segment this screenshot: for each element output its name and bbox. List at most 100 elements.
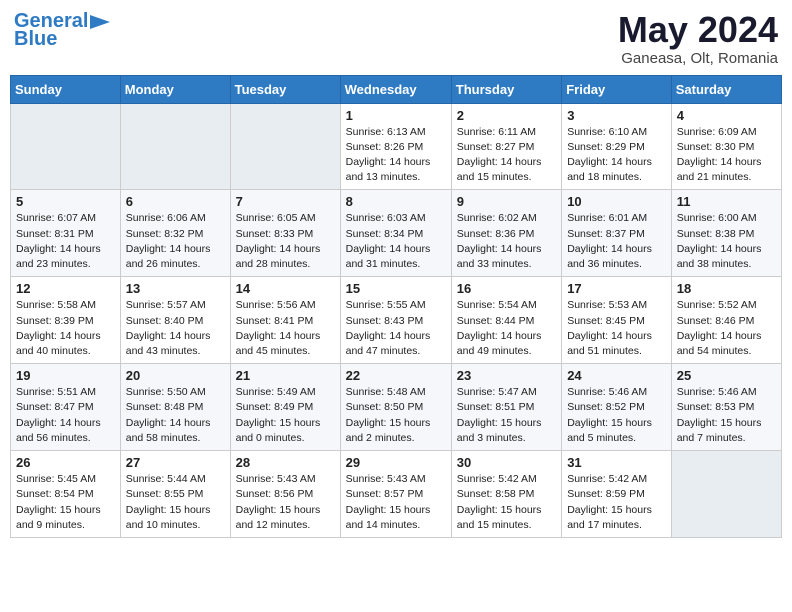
calendar-day-9: 9 Sunrise: 6:02 AM Sunset: 8:36 PM Daylig…: [451, 190, 561, 277]
day-info: Sunrise: 6:00 AM Sunset: 8:38 PM Dayligh…: [677, 211, 776, 272]
day-info: Sunrise: 6:13 AM Sunset: 8:26 PM Dayligh…: [346, 125, 446, 186]
day-info: Sunrise: 5:46 AM Sunset: 8:52 PM Dayligh…: [567, 385, 666, 446]
day-number: 10: [567, 194, 666, 209]
calendar-day-31: 31Sunrise: 5:42 AM Sunset: 8:59 PM Dayli…: [562, 451, 672, 538]
day-info: Sunrise: 5:46 AM Sunset: 8:53 PM Dayligh…: [677, 385, 776, 446]
day-info: Sunrise: 6:02 AM Sunset: 8:36 PM Dayligh…: [457, 211, 556, 272]
logo-blue-text: Blue: [14, 28, 57, 50]
calendar-day-10: 10 Sunrise: 6:01 AM Sunset: 8:37 PM Dayli…: [562, 190, 672, 277]
calendar-day-20: 20Sunrise: 5:50 AM Sunset: 8:48 PM Dayli…: [120, 364, 230, 451]
day-info: Sunrise: 6:10 AM Sunset: 8:29 PM Dayligh…: [567, 125, 666, 186]
calendar-day-8: 8 Sunrise: 6:03 AM Sunset: 8:34 PM Daylig…: [340, 190, 451, 277]
day-number: 22: [346, 368, 446, 383]
calendar-week-row: 19Sunrise: 5:51 AM Sunset: 8:47 PM Dayli…: [11, 364, 782, 451]
day-info: Sunrise: 5:44 AM Sunset: 8:55 PM Dayligh…: [126, 472, 225, 533]
day-number: 25: [677, 368, 776, 383]
day-number: 3: [567, 108, 666, 123]
calendar-day-22: 22 Sunrise: 5:48 AM Sunset: 8:50 PM Dayli…: [340, 364, 451, 451]
calendar-day-1: 1 Sunrise: 6:13 AM Sunset: 8:26 PM Daylig…: [340, 103, 451, 190]
day-number: 8: [346, 194, 446, 209]
day-info: Sunrise: 5:42 AM Sunset: 8:59 PM Dayligh…: [567, 472, 666, 533]
day-info: Sunrise: 5:53 AM Sunset: 8:45 PM Dayligh…: [567, 298, 666, 359]
calendar-day-14: 14Sunrise: 5:56 AM Sunset: 8:41 PM Dayli…: [230, 277, 340, 364]
month-title: May 2024: [618, 10, 778, 50]
day-number: 29: [346, 455, 446, 470]
calendar-table: SundayMondayTuesdayWednesdayThursdayFrid…: [10, 75, 782, 538]
location: Ganeasa, Olt, Romania: [618, 50, 778, 67]
day-number: 30: [457, 455, 556, 470]
calendar-week-row: 12 Sunrise: 5:58 AM Sunset: 8:39 PM Dayli…: [11, 277, 782, 364]
day-info: Sunrise: 5:43 AM Sunset: 8:57 PM Dayligh…: [346, 472, 446, 533]
day-info: Sunrise: 6:06 AM Sunset: 8:32 PM Dayligh…: [126, 211, 225, 272]
weekday-header-friday: Friday: [562, 75, 672, 103]
calendar-day-23: 23Sunrise: 5:47 AM Sunset: 8:51 PM Dayli…: [451, 364, 561, 451]
day-info: Sunrise: 6:07 AM Sunset: 8:31 PM Dayligh…: [16, 211, 115, 272]
day-number: 21: [236, 368, 335, 383]
day-number: 28: [236, 455, 335, 470]
day-number: 26: [16, 455, 115, 470]
weekday-header-monday: Monday: [120, 75, 230, 103]
calendar-day-30: 30 Sunrise: 5:42 AM Sunset: 8:58 PM Dayli…: [451, 451, 561, 538]
day-number: 2: [457, 108, 556, 123]
day-number: 16: [457, 281, 556, 296]
calendar-day-27: 27 Sunrise: 5:44 AM Sunset: 8:55 PM Dayli…: [120, 451, 230, 538]
day-number: 15: [346, 281, 446, 296]
calendar-day-2: 2 Sunrise: 6:11 AM Sunset: 8:27 PM Daylig…: [451, 103, 561, 190]
day-info: Sunrise: 6:03 AM Sunset: 8:34 PM Dayligh…: [346, 211, 446, 272]
day-number: 18: [677, 281, 776, 296]
day-number: 4: [677, 108, 776, 123]
calendar-day-24: 24 Sunrise: 5:46 AM Sunset: 8:52 PM Dayli…: [562, 364, 672, 451]
calendar-day-21: 21 Sunrise: 5:49 AM Sunset: 8:49 PM Dayli…: [230, 364, 340, 451]
calendar-empty-cell: [671, 451, 781, 538]
weekday-header-thursday: Thursday: [451, 75, 561, 103]
calendar-day-4: 4 Sunrise: 6:09 AM Sunset: 8:30 PM Daylig…: [671, 103, 781, 190]
calendar-day-18: 18 Sunrise: 5:52 AM Sunset: 8:46 PM Dayli…: [671, 277, 781, 364]
day-number: 11: [677, 194, 776, 209]
day-info: Sunrise: 5:58 AM Sunset: 8:39 PM Dayligh…: [16, 298, 115, 359]
day-info: Sunrise: 5:43 AM Sunset: 8:56 PM Dayligh…: [236, 472, 335, 533]
title-block: May 2024 Ganeasa, Olt, Romania: [618, 10, 778, 67]
page-header: General Blue May 2024 Ganeasa, Olt, Roma…: [10, 10, 782, 67]
day-number: 24: [567, 368, 666, 383]
calendar-empty-cell: [230, 103, 340, 190]
day-info: Sunrise: 6:11 AM Sunset: 8:27 PM Dayligh…: [457, 125, 556, 186]
day-info: Sunrise: 5:56 AM Sunset: 8:41 PM Dayligh…: [236, 298, 335, 359]
day-info: Sunrise: 5:54 AM Sunset: 8:44 PM Dayligh…: [457, 298, 556, 359]
calendar-day-17: 17 Sunrise: 5:53 AM Sunset: 8:45 PM Dayli…: [562, 277, 672, 364]
day-info: Sunrise: 5:42 AM Sunset: 8:58 PM Dayligh…: [457, 472, 556, 533]
calendar-day-15: 15Sunrise: 5:55 AM Sunset: 8:43 PM Dayli…: [340, 277, 451, 364]
calendar-day-11: 11 Sunrise: 6:00 AM Sunset: 8:38 PM Dayli…: [671, 190, 781, 277]
calendar-empty-cell: [11, 103, 121, 190]
day-number: 1: [346, 108, 446, 123]
calendar-empty-cell: [120, 103, 230, 190]
calendar-day-19: 19Sunrise: 5:51 AM Sunset: 8:47 PM Dayli…: [11, 364, 121, 451]
calendar-day-26: 26 Sunrise: 5:45 AM Sunset: 8:54 PM Dayli…: [11, 451, 121, 538]
calendar-day-29: 29 Sunrise: 5:43 AM Sunset: 8:57 PM Dayli…: [340, 451, 451, 538]
day-number: 9: [457, 194, 556, 209]
day-info: Sunrise: 5:48 AM Sunset: 8:50 PM Dayligh…: [346, 385, 446, 446]
day-number: 27: [126, 455, 225, 470]
day-number: 20: [126, 368, 225, 383]
logo-arrow-icon: [90, 13, 112, 31]
calendar-day-7: 7Sunrise: 6:05 AM Sunset: 8:33 PM Daylig…: [230, 190, 340, 277]
day-info: Sunrise: 5:45 AM Sunset: 8:54 PM Dayligh…: [16, 472, 115, 533]
day-number: 6: [126, 194, 225, 209]
day-info: Sunrise: 6:01 AM Sunset: 8:37 PM Dayligh…: [567, 211, 666, 272]
day-info: Sunrise: 5:49 AM Sunset: 8:49 PM Dayligh…: [236, 385, 335, 446]
calendar-day-12: 12 Sunrise: 5:58 AM Sunset: 8:39 PM Dayli…: [11, 277, 121, 364]
day-number: 12: [16, 281, 115, 296]
calendar-day-28: 28 Sunrise: 5:43 AM Sunset: 8:56 PM Dayli…: [230, 451, 340, 538]
calendar-day-16: 16 Sunrise: 5:54 AM Sunset: 8:44 PM Dayli…: [451, 277, 561, 364]
day-info: Sunrise: 5:47 AM Sunset: 8:51 PM Dayligh…: [457, 385, 556, 446]
calendar-day-13: 13Sunrise: 5:57 AM Sunset: 8:40 PM Dayli…: [120, 277, 230, 364]
weekday-header-saturday: Saturday: [671, 75, 781, 103]
day-info: Sunrise: 6:09 AM Sunset: 8:30 PM Dayligh…: [677, 125, 776, 186]
day-number: 19: [16, 368, 115, 383]
calendar-day-6: 6 Sunrise: 6:06 AM Sunset: 8:32 PM Daylig…: [120, 190, 230, 277]
calendar-week-row: 5Sunrise: 6:07 AM Sunset: 8:31 PM Daylig…: [11, 190, 782, 277]
day-info: Sunrise: 5:52 AM Sunset: 8:46 PM Dayligh…: [677, 298, 776, 359]
calendar-week-row: 1 Sunrise: 6:13 AM Sunset: 8:26 PM Daylig…: [11, 103, 782, 190]
calendar-week-row: 26 Sunrise: 5:45 AM Sunset: 8:54 PM Dayli…: [11, 451, 782, 538]
day-number: 7: [236, 194, 335, 209]
day-number: 17: [567, 281, 666, 296]
